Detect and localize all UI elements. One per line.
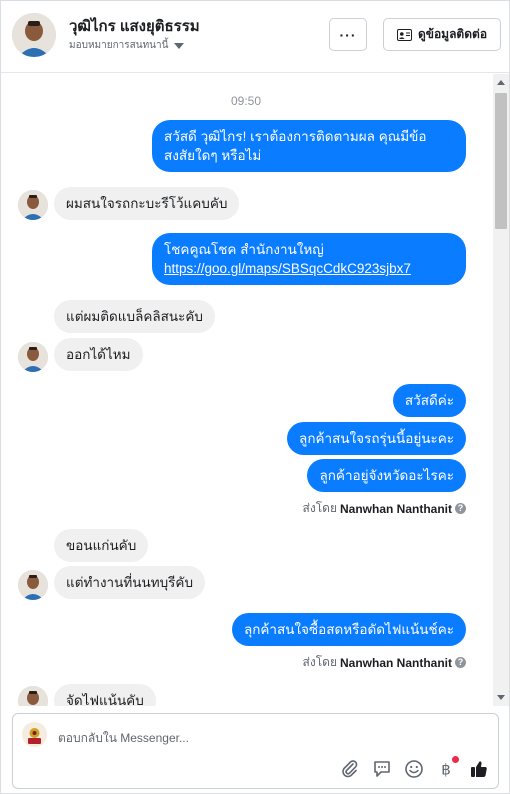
message-text: โชคคูณโชค สำนักงานใหญ่ — [164, 242, 324, 257]
message-timestamp: 09:50 — [230, 94, 262, 108]
emoji-button[interactable] — [403, 758, 425, 780]
like-button[interactable] — [468, 758, 490, 780]
contact-avatar-small — [18, 570, 48, 600]
message-text: ขอนแก่นคับ — [66, 538, 137, 553]
help-icon[interactable]: ? — [455, 503, 466, 514]
scrollbar-thumb[interactable] — [495, 93, 507, 229]
more-options-label: ··· — [339, 26, 357, 43]
view-contact-info-button[interactable]: ดูข้อมูลติดต่อ — [383, 18, 501, 51]
contact-avatar-small — [18, 686, 48, 706]
contact-name[interactable]: วุฒิไกร แสงยุติธรรม — [69, 14, 200, 38]
message-incoming[interactable]: แต่ผมติดแบล็คลิสนะคับ — [54, 300, 215, 333]
message-outgoing[interactable]: ลุกค้าสนใจซื้อสดหรือดัดไฟแน้นช์คะ — [231, 613, 466, 646]
message-outgoing[interactable]: โชคคูณโชค สำนักงานใหญ่ https://goo.gl/ma… — [152, 233, 466, 285]
message-incoming[interactable]: แต่ทำงานที่นนทบุรีคับ — [54, 566, 206, 599]
paperclip-icon — [342, 760, 358, 778]
more-options-button[interactable]: ··· — [329, 18, 367, 51]
message-outgoing[interactable]: ลูกค้าอยู่จังหวัดอะไรคะ — [307, 459, 466, 492]
view-contact-info-label: ดูข้อมูลติดต่อ — [417, 27, 488, 41]
messenger-conversation-panel: วุฒิไกร แสงยุติธรรม มอบหมายการสนทนานี้ ·… — [0, 0, 510, 794]
message-text: ลุกค้าสนใจซื้อสดหรือดัดไฟแน้นช์คะ — [243, 622, 454, 637]
sent-by-label: ส่งโดย Nanwhan Nanthanit ? — [303, 499, 466, 518]
message-text: ออกได้ไหม — [66, 347, 131, 362]
scroll-up-icon[interactable] — [497, 80, 505, 85]
contact-avatar-small — [18, 190, 48, 220]
contact-avatar-small — [18, 342, 48, 372]
message-incoming[interactable]: ขอนแก่นคับ — [54, 529, 149, 562]
message-composer[interactable]: ตอบกลับใน Messenger... ฿ — [12, 713, 499, 789]
message-incoming[interactable]: จัดไฟแน้นคับ — [54, 684, 156, 706]
maps-link[interactable]: https://goo.gl/maps/SBSqcCdkC923sjbx7 — [164, 261, 411, 276]
message-incoming[interactable]: ผมสนใจรถกะบะรีโว้แคบคับ — [54, 187, 240, 220]
caret-down-icon — [174, 42, 185, 49]
sent-by-name: Nanwhan Nanthanit — [339, 655, 452, 670]
sent-by-prefix: ส่งโดย — [302, 655, 337, 669]
help-icon[interactable]: ? — [455, 657, 466, 668]
saved-replies-button[interactable] — [371, 758, 393, 780]
message-text: แต่ทำงานที่นนทบุรีคับ — [66, 575, 194, 590]
message-thread[interactable]: 09:50 สวัสดี วุฒิไกร! เราต้องการติดตามผล… — [1, 74, 491, 706]
assign-conversation-dropdown[interactable]: มอบหมายการสนทนานี้ — [69, 38, 185, 53]
message-text: สงสัยใดๆ หรือไม่ — [164, 148, 262, 163]
svg-text:฿: ฿ — [441, 761, 451, 779]
assign-label: มอบหมายการสนทนานี้ — [69, 40, 169, 51]
message-text: จัดไฟแน้นคับ — [66, 693, 144, 706]
contact-card-icon — [396, 28, 412, 41]
message-outgoing[interactable]: ลูกค้าสนใจรถรุ่นนี้อยู่นะคะ — [287, 422, 466, 455]
message-outgoing[interactable]: สวัสดี วุฒิไกร! เราต้องการติดตามผล คุณมี… — [152, 120, 466, 172]
conversation-header: วุฒิไกร แสงยุติธรรม มอบหมายการสนทนานี้ ·… — [1, 1, 509, 73]
sent-by-prefix: ส่งโดย — [302, 501, 337, 515]
emoji-icon — [405, 760, 423, 778]
message-text: แต่ผมติดแบล็คลิสนะคับ — [66, 309, 203, 324]
attachment-button[interactable] — [339, 758, 361, 780]
notification-dot — [452, 756, 459, 763]
reply-input[interactable]: ตอบกลับใน Messenger... — [58, 729, 189, 748]
contact-avatar[interactable] — [12, 13, 56, 57]
thumbs-up-icon — [471, 761, 487, 777]
message-incoming[interactable]: ออกได้ไหม — [54, 338, 143, 371]
message-outgoing[interactable]: สวัสดีค่ะ — [392, 384, 466, 417]
thread-scrollbar[interactable] — [493, 74, 509, 706]
payment-button[interactable]: ฿ — [435, 756, 459, 780]
message-text: ผมสนใจรถกะบะรีโว้แคบคับ — [66, 196, 228, 211]
message-text: สวัสดี วุฒิไกร! เราต้องการติดตามผล คุณมี… — [164, 129, 427, 144]
chat-bubble-icon — [374, 761, 390, 777]
sent-by-label: ส่งโดย Nanwhan Nanthanit ? — [303, 653, 466, 672]
scroll-down-icon[interactable] — [497, 695, 505, 700]
page-avatar — [22, 722, 47, 747]
message-text: ลูกค้าอยู่จังหวัดอะไรคะ — [319, 468, 454, 483]
sent-by-name: Nanwhan Nanthanit — [339, 501, 452, 516]
message-text: ลูกค้าสนใจรถรุ่นนี้อยู่นะคะ — [299, 431, 454, 446]
message-text: สวัสดีค่ะ — [404, 393, 454, 408]
